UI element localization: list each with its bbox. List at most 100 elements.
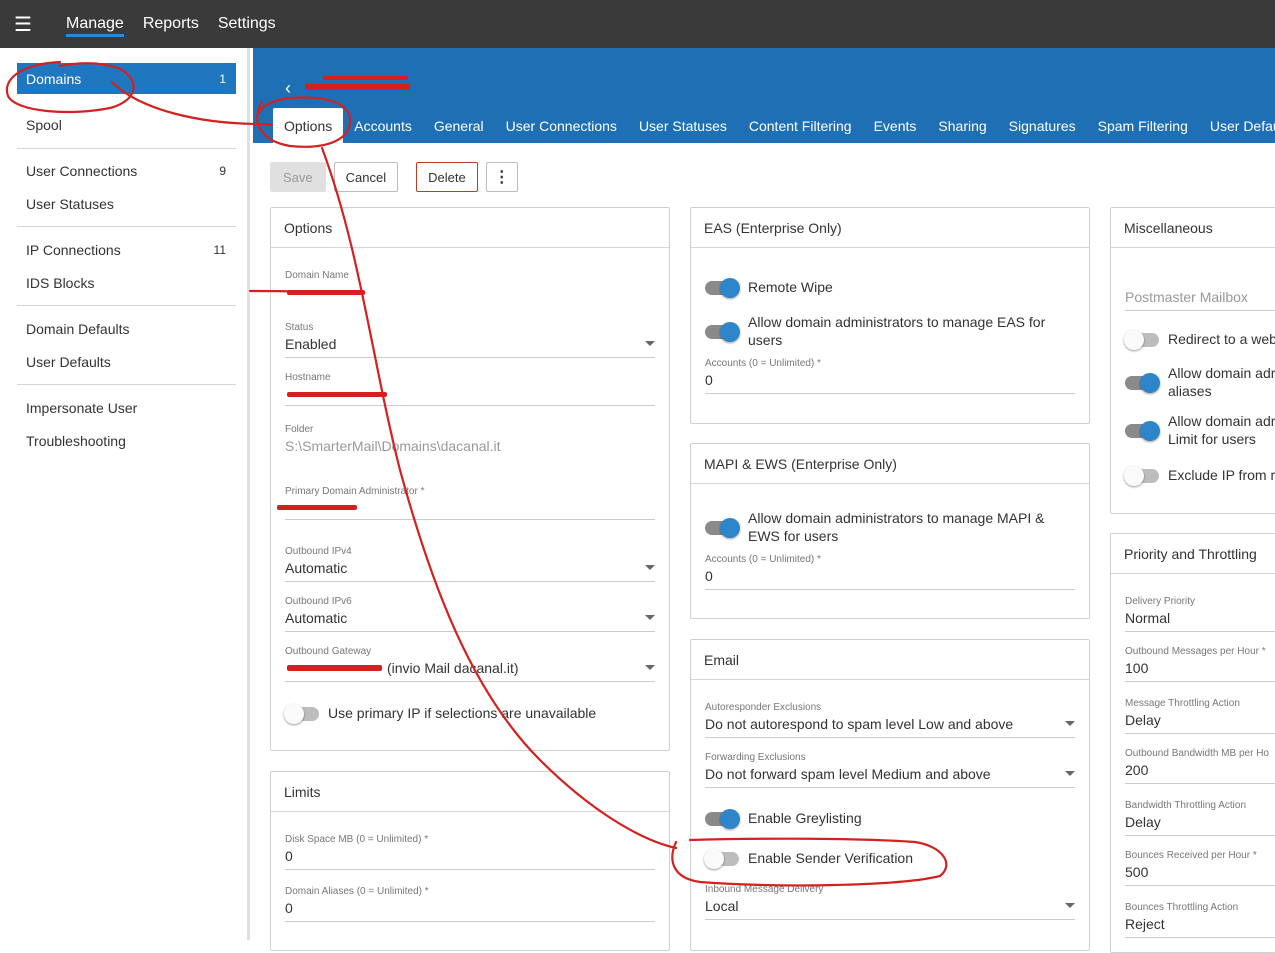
eas-accounts-field[interactable]: Accounts (0 = Unlimited) * 0 <box>705 358 1075 394</box>
nav-settings[interactable]: Settings <box>218 11 276 37</box>
outbound-ipv4-select[interactable]: Outbound IPv4 Automatic <box>285 546 655 582</box>
toggle-switch[interactable] <box>1124 330 1159 350</box>
nav-reports[interactable]: Reports <box>143 11 199 37</box>
greylisting-toggle[interactable]: Enable Greylisting <box>705 809 862 829</box>
allow-aliases-toggle[interactable]: Allow domain adr aliases <box>1125 364 1275 400</box>
field-label: Status <box>285 322 314 333</box>
tab-user-defaults[interactable]: User Defaults <box>1199 108 1275 143</box>
sidebar-item-user-connections[interactable]: User Connections 9 <box>17 155 236 186</box>
more-options-icon[interactable]: ⋮ <box>485 162 518 192</box>
outbound-gateway-select[interactable]: Outbound Gateway (invio Mail dacanal.it) <box>285 646 655 682</box>
domain-name-field[interactable]: Domain Name <box>285 270 655 304</box>
card-title: Email <box>691 640 1089 680</box>
bounces-throttling-select[interactable]: Bounces Throttling Action Reject <box>1125 902 1275 938</box>
tab-events[interactable]: Events <box>863 108 928 143</box>
outbound-ipv4-value: Automatic <box>285 557 655 582</box>
message-throttling-select[interactable]: Message Throttling Action Delay <box>1125 698 1275 734</box>
card-title: MAPI & EWS (Enterprise Only) <box>691 444 1089 484</box>
autoresponder-exclusions-select[interactable]: Autoresponder Exclusions Do not autoresp… <box>705 702 1075 738</box>
inbound-delivery-value: Local <box>705 895 1075 920</box>
outbound-bandwidth-field[interactable]: Outbound Bandwidth MB per Ho 200 <box>1125 748 1275 784</box>
disk-space-value: 0 <box>285 845 655 870</box>
count-badge: 9 <box>219 163 226 178</box>
delivery-priority-select[interactable]: Delivery Priority Normal <box>1125 596 1275 632</box>
field-label: Folder <box>285 424 314 435</box>
toggle-switch[interactable] <box>284 704 319 724</box>
field-label: Domain Name <box>285 270 349 281</box>
sidebar-item-user-defaults[interactable]: User Defaults <box>17 346 236 377</box>
use-primary-ip-toggle[interactable]: Use primary IP if selections are unavail… <box>284 704 597 724</box>
tab-options[interactable]: Options <box>273 108 344 143</box>
hamburger-menu-icon[interactable]: ☰ <box>0 0 46 48</box>
tab-sharing[interactable]: Sharing <box>927 108 997 143</box>
delivery-priority-value: Normal <box>1125 607 1275 632</box>
toggle-switch[interactable] <box>705 518 740 538</box>
postmaster-value: Postmaster Mailbox <box>1125 286 1275 311</box>
sidebar-item-user-statuses[interactable]: User Statuses <box>17 188 236 219</box>
toggle-label: Enable Greylisting <box>748 810 862 826</box>
outbound-messages-value: 100 <box>1125 657 1275 682</box>
sidebar-item-domain-defaults[interactable]: Domain Defaults <box>17 313 236 344</box>
outbound-messages-field[interactable]: Outbound Messages per Hour * 100 <box>1125 646 1275 682</box>
mapi-ews-card: MAPI & EWS (Enterprise Only) Allow domai… <box>690 443 1090 619</box>
toggle-label: Allow domain administrators to manage MA… <box>748 510 1045 544</box>
field-label: Bounces Throttling Action <box>1125 902 1239 913</box>
status-select[interactable]: Status Enabled <box>285 322 655 358</box>
toggle-label: Use primary IP if selections are unavail… <box>328 705 597 721</box>
allow-limit-toggle[interactable]: Allow domain adr Limit for users <box>1125 412 1275 448</box>
toggle-switch[interactable] <box>705 278 740 298</box>
postmaster-mailbox-field[interactable]: Postmaster Mailbox <box>1125 286 1275 311</box>
allow-admin-mapi-toggle[interactable]: Allow domain administrators to manage MA… <box>705 509 1075 545</box>
domain-aliases-field[interactable]: Domain Aliases (0 = Unlimited) * 0 <box>285 886 655 922</box>
inbound-delivery-select[interactable]: Inbound Message Delivery Local <box>705 884 1075 920</box>
redirect-toggle[interactable]: Redirect to a web <box>1124 330 1275 350</box>
field-label: Accounts (0 = Unlimited) * <box>705 554 821 565</box>
save-button[interactable]: Save <box>270 162 326 192</box>
remote-wipe-toggle[interactable]: Remote Wipe <box>705 278 833 298</box>
toggle-switch[interactable] <box>1125 421 1160 441</box>
chevron-down-icon <box>645 565 655 570</box>
hostname-field[interactable]: Hostname <box>285 372 655 406</box>
tab-signatures[interactable]: Signatures <box>998 108 1087 143</box>
toggle-switch[interactable] <box>1125 373 1160 393</box>
domain-name-value <box>285 281 655 304</box>
delete-button[interactable]: Delete <box>416 162 478 192</box>
sidebar-item-domains[interactable]: Domains 1 <box>17 63 236 94</box>
redaction-mark <box>323 76 408 80</box>
outbound-gateway-value: (invio Mail dacanal.it) <box>285 657 655 682</box>
disk-space-field[interactable]: Disk Space MB (0 = Unlimited) * 0 <box>285 834 655 870</box>
sender-verification-toggle[interactable]: Enable Sender Verification <box>704 849 913 869</box>
tab-general[interactable]: General <box>423 108 495 143</box>
sidebar-item-ip-connections[interactable]: IP Connections 11 <box>17 234 236 265</box>
tab-content-filtering[interactable]: Content Filtering <box>738 108 863 143</box>
divider <box>17 148 236 149</box>
forwarding-exclusions-select[interactable]: Forwarding Exclusions Do not forward spa… <box>705 752 1075 788</box>
sidebar-item-impersonate-user[interactable]: Impersonate User <box>17 392 236 423</box>
mapi-accounts-field[interactable]: Accounts (0 = Unlimited) * 0 <box>705 554 1075 590</box>
tab-user-statuses[interactable]: User Statuses <box>628 108 738 143</box>
nav-manage[interactable]: Manage <box>66 11 124 37</box>
cancel-button[interactable]: Cancel <box>333 162 399 192</box>
primary-admin-field[interactable]: Primary Domain Administrator * <box>277 486 655 520</box>
back-arrow-icon[interactable]: ‹ <box>285 78 291 99</box>
toggle-switch[interactable] <box>704 849 739 869</box>
bounces-received-field[interactable]: Bounces Received per Hour * 500 <box>1125 850 1275 886</box>
bandwidth-throttling-select[interactable]: Bandwidth Throttling Action Delay <box>1125 800 1275 836</box>
tab-accounts[interactable]: Accounts <box>343 108 423 143</box>
tab-bar: Options Accounts General User Connection… <box>273 108 1275 143</box>
mapi-accounts-value: 0 <box>705 565 1075 590</box>
tab-spam-filtering[interactable]: Spam Filtering <box>1087 108 1199 143</box>
exclude-ip-toggle[interactable]: Exclude IP from re <box>1124 466 1275 486</box>
miscellaneous-card: Miscellaneous Postmaster Mailbox Redirec… <box>1110 207 1275 514</box>
sidebar-item-ids-blocks[interactable]: IDS Blocks <box>17 267 236 298</box>
outbound-ipv6-select[interactable]: Outbound IPv6 Automatic <box>285 596 655 632</box>
sidebar-item-spool[interactable]: Spool <box>17 109 236 140</box>
tab-user-connections[interactable]: User Connections <box>495 108 628 143</box>
toggle-switch[interactable] <box>705 809 740 829</box>
toggle-switch[interactable] <box>705 322 740 342</box>
field-label: Outbound Bandwidth MB per Ho <box>1125 748 1269 759</box>
toggle-switch[interactable] <box>1124 466 1159 486</box>
divider <box>17 384 236 385</box>
allow-admin-eas-toggle[interactable]: Allow domain administrators to manage EA… <box>705 313 1075 349</box>
sidebar-item-troubleshooting[interactable]: Troubleshooting <box>17 425 236 456</box>
